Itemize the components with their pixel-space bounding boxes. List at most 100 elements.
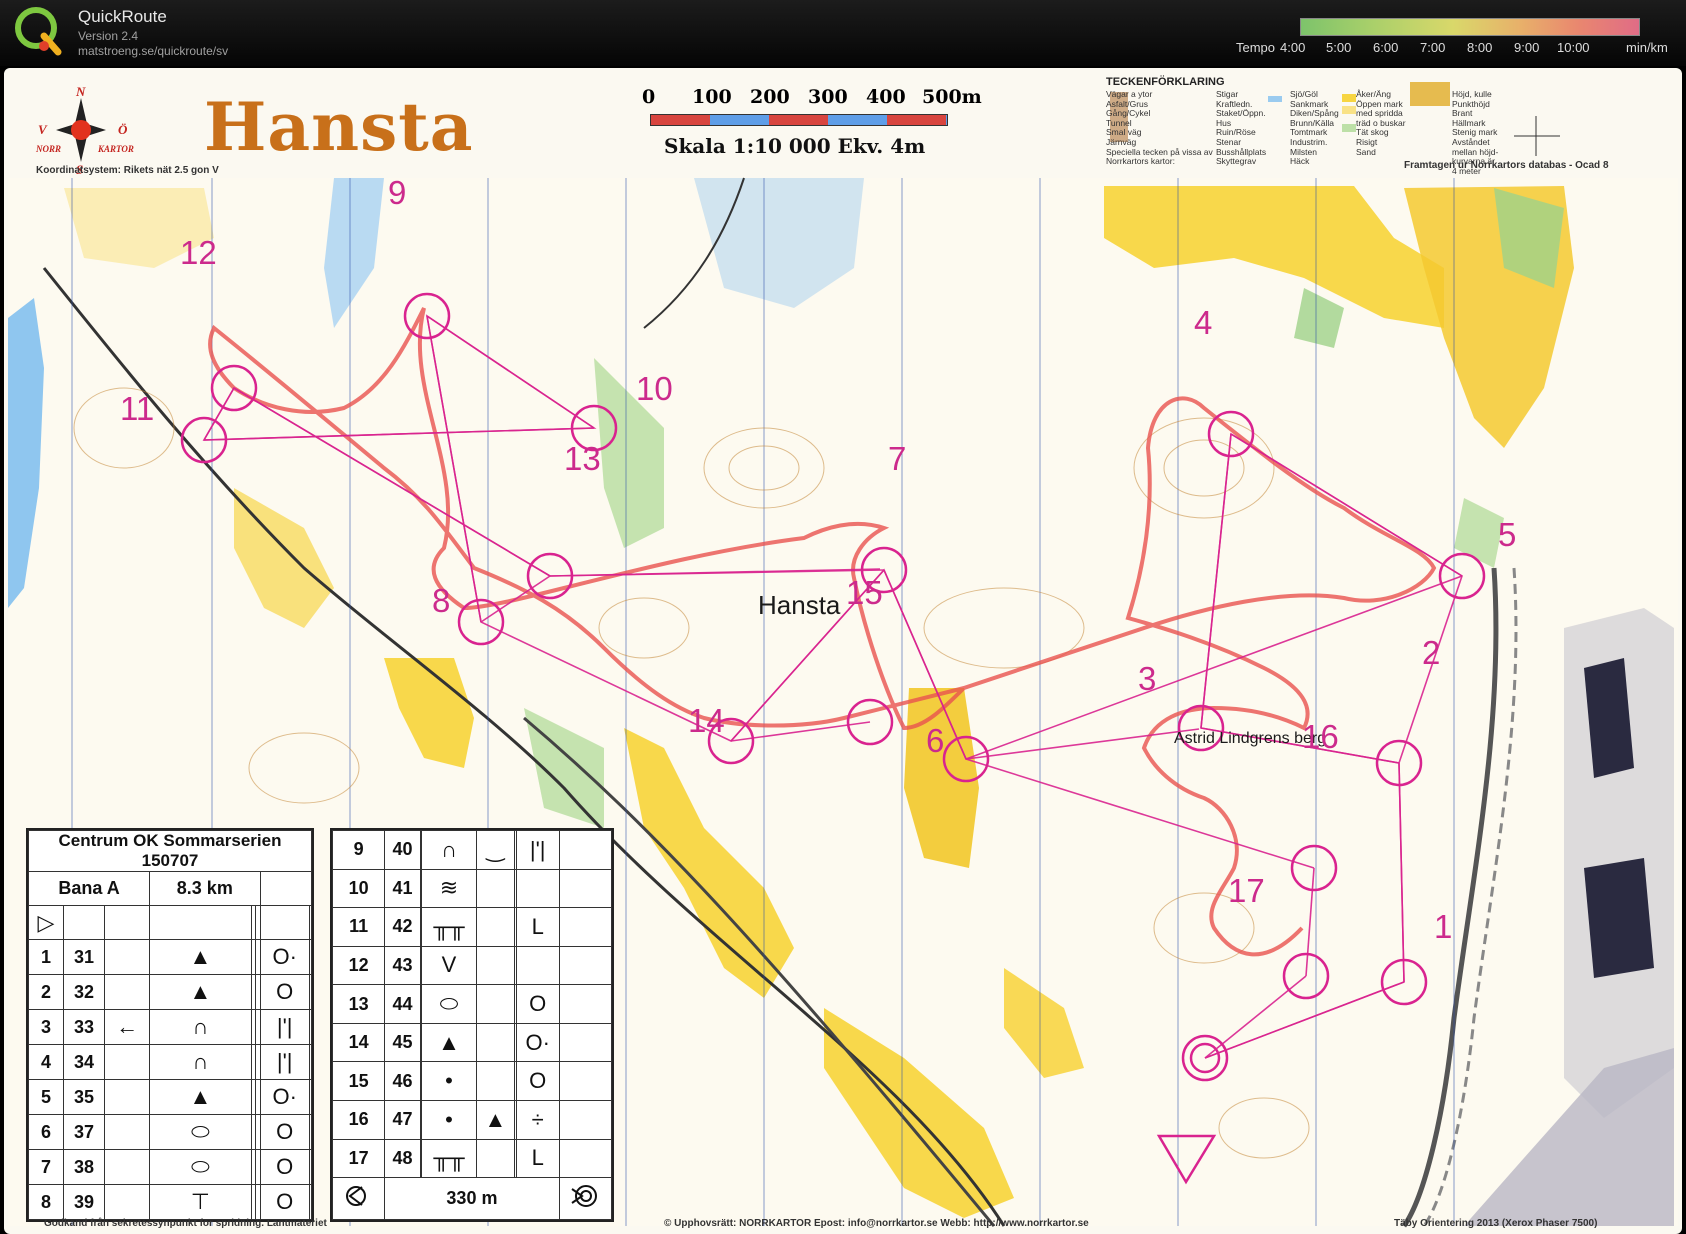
feature-symbol: ╥╥ <box>421 907 477 947</box>
direction <box>104 1149 151 1185</box>
place-name-hansta: Hansta <box>758 590 841 620</box>
control-order: 8 <box>27 1184 65 1220</box>
control-number: 17 <box>1228 872 1265 909</box>
control-order: 9 <box>331 830 386 870</box>
scale-tick: 500m <box>922 86 982 108</box>
finish-distance: 330 m <box>384 1177 560 1220</box>
feature-symbol: ⊤ <box>149 1184 252 1220</box>
description-row: 11 42 ╥╥ L <box>331 907 613 947</box>
control-number: 16 <box>1302 718 1339 755</box>
direction <box>104 1184 151 1220</box>
description-row: 3 33 ← ∩ |'| <box>27 1009 313 1045</box>
control-number: 8 <box>432 582 451 619</box>
tempo-legend: Tempo 4:00 5:00 6:00 7:00 8:00 9:00 10:0… <box>1236 18 1676 58</box>
location-symbol <box>515 868 560 909</box>
control-number: 4 <box>1194 304 1213 341</box>
tempo-tick: 10:00 <box>1557 40 1590 55</box>
location-symbol: |'| <box>515 830 560 870</box>
app-header: QuickRoute Version 2.4 matstroeng.se/qui… <box>0 0 1686 66</box>
location-symbol: O <box>259 1114 310 1150</box>
control-number: 9 <box>388 174 407 211</box>
compass-brand-1: NORR <box>36 144 62 154</box>
blank-cell <box>259 871 312 906</box>
control-code: 42 <box>384 907 421 947</box>
control-code: 45 <box>384 1022 421 1063</box>
control-code: 32 <box>63 974 106 1010</box>
feature-symbol: ∩ <box>421 830 477 870</box>
control-code: 39 <box>63 1184 106 1220</box>
tempo-tick: 9:00 <box>1514 40 1540 55</box>
direction <box>104 974 151 1010</box>
blank-cell <box>308 905 313 940</box>
orienteering-map[interactable]: N V Ö S NORR KARTOR Hansta 0 100 200 300… <box>4 68 1682 1234</box>
control-order: 5 <box>27 1079 65 1115</box>
control-number: 11 <box>120 390 155 427</box>
footer-approval: Godkänd från sekretessynpunkt för spridn… <box>44 1218 327 1229</box>
control-code: 35 <box>63 1079 106 1115</box>
map-title: Hansta <box>204 88 474 166</box>
extra <box>475 907 516 947</box>
feature-symbol: ⬭ <box>149 1149 252 1185</box>
control-number: 2 <box>1422 634 1441 671</box>
description-row: 9 40 ∩ ‿ |'| <box>331 830 613 870</box>
control-code: 33 <box>63 1009 106 1045</box>
extra <box>475 1061 516 1101</box>
description-row: 17 48 ╥╥ L <box>331 1138 613 1179</box>
blank-cell <box>558 907 613 947</box>
blank-cell <box>558 1099 613 1140</box>
scale-tick: 400 <box>866 86 906 108</box>
map-legend: TECKENFÖRKLARING Vägar a ytor Asfalt/Gru… <box>1094 74 1594 175</box>
control-code: 38 <box>63 1149 106 1185</box>
scale-tick: 200 <box>750 86 790 108</box>
legend-item: Sand <box>1356 146 1376 157</box>
extra <box>475 1022 516 1063</box>
feature-symbol: • <box>421 1099 477 1140</box>
location-symbol <box>515 945 560 986</box>
extra: ‿ <box>475 830 516 870</box>
description-row: 5 35 ▲ O· <box>27 1079 313 1115</box>
app-url[interactable]: matstroeng.se/quickroute/sv <box>78 44 228 58</box>
extra <box>475 868 516 909</box>
control-order: 14 <box>331 1022 386 1063</box>
blank-cell <box>558 984 613 1024</box>
app-version: Version 2.4 <box>78 29 139 43</box>
blank-cell <box>308 974 313 1010</box>
location-symbol: O· <box>259 1079 310 1115</box>
feature-symbol: ▲ <box>421 1022 477 1063</box>
feature-symbol: ╥╥ <box>421 1138 477 1179</box>
blank-cell <box>308 1044 313 1080</box>
feature-symbol: • <box>421 1061 477 1101</box>
course-length: 8.3 km <box>149 871 261 906</box>
location-symbol: L <box>515 907 560 947</box>
app-title: QuickRoute <box>78 7 167 26</box>
blank-cell <box>149 905 252 940</box>
compass-brand-2: KARTOR <box>98 144 134 154</box>
blank-cell <box>308 1009 313 1045</box>
control-code: 37 <box>63 1114 106 1150</box>
description-row: 16 47 • ▲ ÷ <box>331 1099 613 1140</box>
start-symbol: ▷ <box>27 905 65 940</box>
compass-o: Ö <box>118 122 128 137</box>
blank-cell <box>308 1184 313 1220</box>
control-number: 14 <box>688 702 725 739</box>
legend-item: Skyttegrav <box>1216 156 1257 167</box>
quickroute-logo-icon <box>15 7 62 56</box>
blank-cell <box>558 830 613 870</box>
blank-cell <box>63 905 106 940</box>
control-order: 17 <box>331 1138 386 1179</box>
location-symbol: O· <box>515 1022 560 1063</box>
control-code: 41 <box>384 868 421 909</box>
legend-col-3: Sjö/Göl Sankmark Diken/Spång Brunn/Källa… <box>1290 89 1339 167</box>
tempo-tick: 4:00 <box>1280 40 1306 55</box>
control-order: 16 <box>331 1099 386 1140</box>
location-symbol: O· <box>259 939 310 975</box>
blank-cell <box>308 939 313 975</box>
direction: ← <box>104 1009 151 1045</box>
legend-col-2: Stigar Kraftledn. Staket/Öppn. Hus Ruin/… <box>1216 89 1266 167</box>
location-symbol: O <box>259 1184 310 1220</box>
blank-cell <box>558 1022 613 1063</box>
control-number: 13 <box>564 440 601 477</box>
control-description-left: Centrum OK Sommarserien 150707 Bana A 8.… <box>26 828 314 1222</box>
description-row: 7 38 ⬭ O <box>27 1149 313 1185</box>
direction <box>104 1044 151 1080</box>
